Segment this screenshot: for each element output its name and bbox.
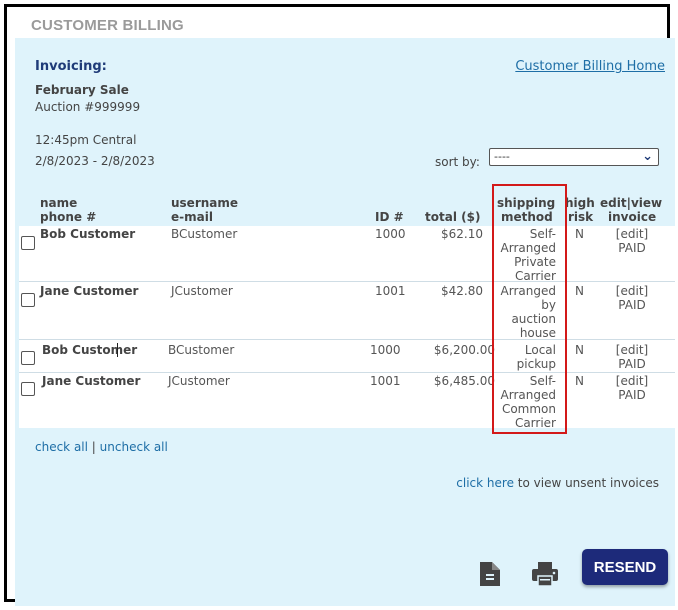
invoice-actions: [edit] PAID (607, 343, 657, 371)
invoice-total: $62.10 (441, 227, 483, 241)
customer-name: Jane Customer (40, 284, 139, 298)
billing-panel: Invoicing: Customer Billing Home Februar… (15, 38, 675, 606)
sale-dates: 2/8/2023 - 2/8/2023 (35, 154, 155, 168)
customer-id: 1000 (370, 343, 401, 357)
row-divider (19, 281, 675, 282)
invoice-status[interactable]: PAID (607, 241, 657, 255)
shipping-method: Self- Arranged Private Carrier (500, 227, 556, 283)
header-id: ID # (375, 210, 404, 224)
header-edit-view: edit|view (600, 196, 663, 210)
invoicing-label: Invoicing: (35, 59, 107, 74)
invoice-actions: [edit] PAID (607, 374, 657, 402)
header-name: name (40, 196, 78, 210)
customer-username: JCustomer (171, 284, 233, 298)
header-total: total ($) (425, 210, 481, 224)
row-checkbox[interactable] (21, 351, 35, 365)
sort-label: sort by: (435, 155, 480, 169)
edit-link[interactable]: [edit] (607, 374, 657, 388)
high-risk: N (575, 374, 584, 388)
sort-value: ---- (494, 150, 510, 163)
customer-name: Bob Customer (40, 227, 136, 241)
row-divider (19, 372, 675, 373)
row-checkbox[interactable] (21, 293, 35, 307)
section-title: CUSTOMER BILLING (31, 17, 184, 34)
check-all-link[interactable]: check all (35, 440, 88, 454)
customer-id: 1001 (370, 374, 401, 388)
text-cursor (117, 343, 118, 357)
customer-username: JCustomer (168, 374, 230, 388)
high-risk: N (575, 227, 584, 241)
customer-billing-home-link[interactable]: Customer Billing Home (515, 59, 665, 74)
edit-link[interactable]: [edit] (607, 284, 657, 298)
sort-select[interactable]: ---- ⌄ (489, 148, 659, 166)
shipping-method: Arranged by auction house (500, 284, 556, 340)
invoice-status[interactable]: PAID (607, 298, 657, 312)
invoice-total: $42.80 (441, 284, 483, 298)
edit-link[interactable]: [edit] (607, 227, 657, 241)
invoice-status[interactable]: PAID (607, 357, 657, 371)
unsent-invoices-link[interactable]: click here (456, 476, 514, 490)
unsent-invoices: click here to view unsent invoices (456, 476, 659, 490)
customer-id: 1001 (375, 284, 406, 298)
check-controls: check all | uncheck all (35, 440, 168, 454)
auction-number: Auction #999999 (35, 100, 141, 114)
customer-name: Bob Customer (42, 343, 138, 357)
header-shipping: shipping (497, 196, 556, 210)
header-high: high (565, 196, 595, 210)
sale-time: 12:45pm Central (35, 133, 137, 147)
invoice-total: $6,485.00 (433, 374, 495, 388)
invoice-actions: [edit] PAID (607, 284, 657, 312)
header-invoice: invoice (608, 210, 657, 224)
high-risk: N (575, 343, 584, 357)
invoice-total: $6,200.00 (433, 343, 495, 357)
customer-username: BCustomer (171, 227, 238, 241)
resend-button[interactable]: RESEND (582, 549, 668, 585)
document-icon[interactable] (478, 561, 502, 587)
printer-icon[interactable] (531, 561, 559, 587)
invoice-table (19, 226, 675, 428)
invoice-actions: [edit] PAID (607, 227, 657, 255)
shipping-method: Local pickup (516, 343, 556, 371)
row-checkbox[interactable] (21, 382, 35, 396)
shipping-method: Self- Arranged Common Carrier (500, 374, 556, 430)
header-method: method (501, 210, 553, 224)
uncheck-all-link[interactable]: uncheck all (100, 440, 168, 454)
edit-link[interactable]: [edit] (607, 343, 657, 357)
invoice-status[interactable]: PAID (607, 388, 657, 402)
row-checkbox[interactable] (21, 236, 35, 250)
customer-username: BCustomer (168, 343, 235, 357)
customer-id: 1000 (375, 227, 406, 241)
row-divider (19, 339, 675, 340)
header-email: e-mail (171, 210, 213, 224)
billing-frame: CUSTOMER BILLING Invoicing: Customer Bil… (4, 4, 675, 606)
chevron-down-icon: ⌄ (642, 149, 653, 164)
unsent-invoices-text: to view unsent invoices (513, 476, 659, 490)
check-separator: | (91, 440, 96, 454)
header-username: username (171, 196, 239, 210)
header-phone: phone # (40, 210, 97, 224)
sale-name: February Sale (35, 83, 129, 97)
customer-name: Jane Customer (42, 374, 141, 388)
header-risk: risk (568, 210, 594, 224)
high-risk: N (575, 284, 584, 298)
